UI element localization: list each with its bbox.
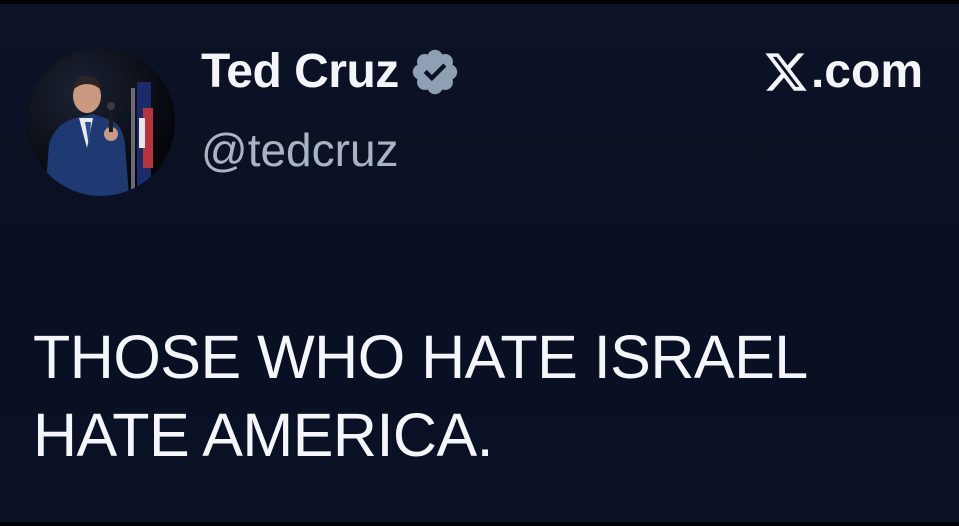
tweet-line: HATE AMERICA. — [33, 401, 494, 469]
tweet-body: THOSE WHO HATE ISRAEL HATE AMERICA. — [33, 318, 913, 474]
avatar[interactable] — [27, 48, 175, 196]
avatar-photo — [27, 48, 175, 196]
brand-watermark: .com — [763, 44, 923, 100]
display-name-row: Ted Cruz — [201, 44, 461, 100]
x-logo-icon — [763, 49, 809, 95]
user-handle[interactable]: @tedcruz — [201, 122, 399, 178]
brand-domain-text: .com — [810, 45, 923, 98]
verified-badge-icon — [409, 46, 461, 98]
tweet-line: THOSE WHO HATE ISRAEL — [33, 323, 808, 391]
display-name[interactable]: Ted Cruz — [201, 44, 399, 100]
tweet-card: Ted Cruz @tedcruz .com THOSE WHO HATE IS… — [0, 0, 959, 526]
